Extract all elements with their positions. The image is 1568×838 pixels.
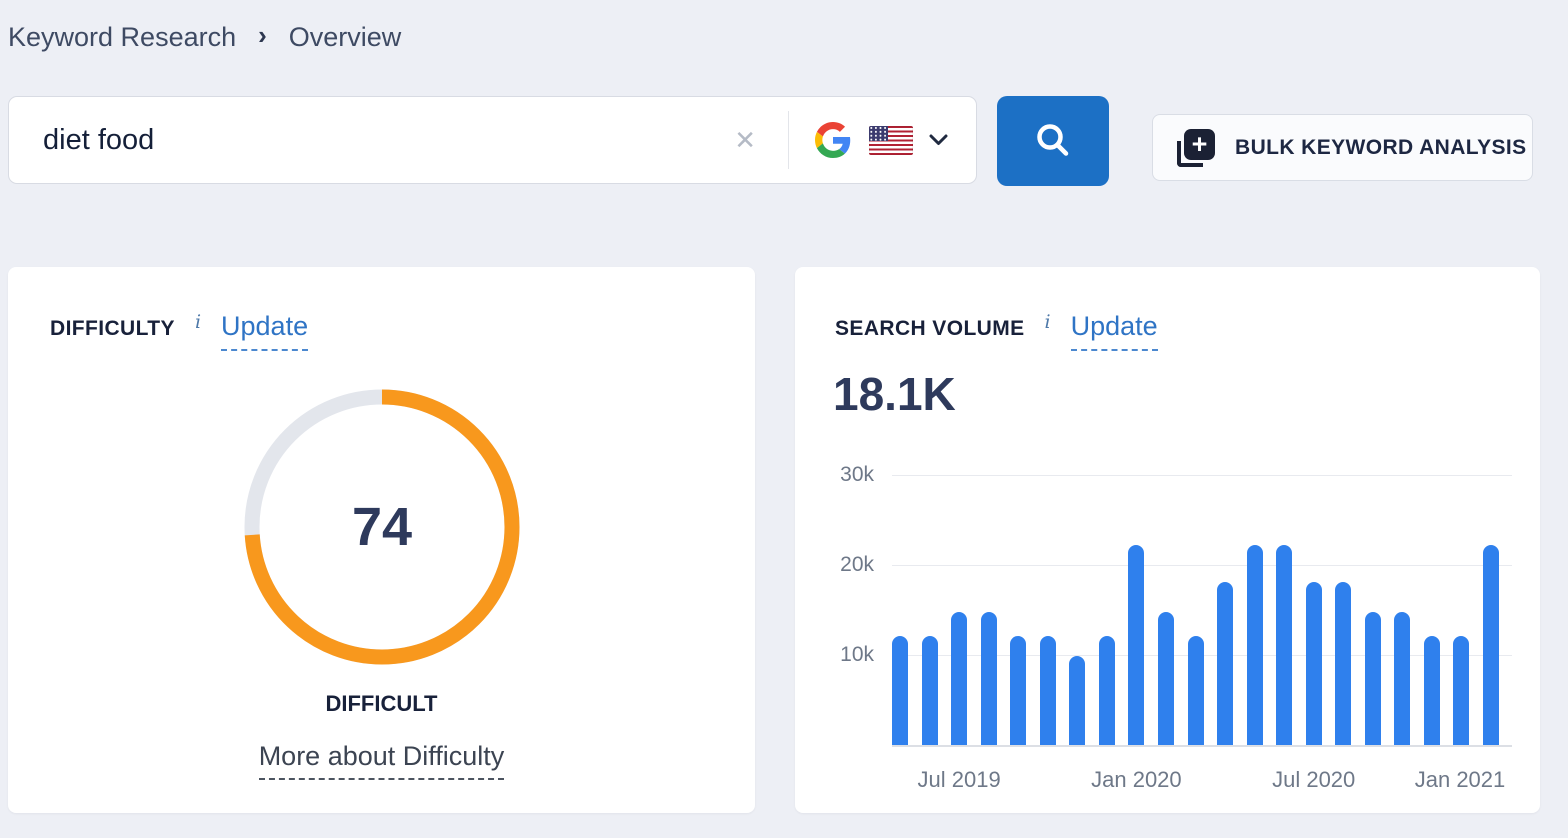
volume-bar (1394, 612, 1411, 745)
volume-bar (1276, 545, 1293, 745)
breadcrumb-overview[interactable]: Overview (289, 22, 402, 53)
volume-bar (951, 612, 968, 745)
volume-bar (1187, 636, 1204, 745)
x-axis-label-jan-2020: Jan 2020 (1091, 767, 1182, 792)
difficulty-card: DIFFICULTY i Update 74 DIFFICULT More ab… (8, 267, 755, 813)
us-flag-icon (869, 125, 913, 155)
volume-bar (1128, 545, 1145, 745)
volume-bar (1157, 612, 1174, 745)
difficulty-score-label: DIFFICULT (325, 691, 438, 716)
y-axis-label-30k: 30k (840, 463, 874, 486)
volume-bar (1483, 545, 1499, 745)
y-axis-label-20k: 20k (840, 553, 874, 576)
volume-bar (980, 612, 997, 745)
google-icon (815, 122, 851, 158)
input-divider (788, 111, 789, 169)
y-axis-label-10k: 10k (840, 643, 874, 666)
volume-bar (1069, 656, 1086, 745)
search-icon (1037, 124, 1069, 156)
volume-bar (1453, 636, 1470, 745)
breadcrumb-keyword-research[interactable]: Keyword Research (8, 22, 236, 53)
volume-bar (1364, 612, 1381, 745)
volume-bar (1305, 582, 1322, 745)
difficulty-card-title: DIFFICULTY (50, 317, 175, 340)
keyword-search-box: ✕ (8, 96, 977, 184)
bulk-keyword-analysis-button[interactable]: + BULK KEYWORD ANALYSIS (1152, 114, 1533, 181)
volume-bar (1010, 636, 1027, 745)
difficulty-gauge: 74 (244, 389, 520, 665)
volume-bar (1098, 636, 1115, 745)
search-button[interactable] (997, 96, 1109, 186)
difficulty-card-header: DIFFICULTY i Update (50, 311, 309, 351)
keyword-search-input[interactable] (43, 123, 735, 157)
volume-bar (921, 636, 938, 745)
x-axis-label-jul-2020: Jul 2020 (1272, 767, 1356, 792)
volume-bar (892, 636, 908, 745)
bulk-button-label: BULK KEYWORD ANALYSIS (1235, 135, 1527, 159)
x-axis-label-jan-2021: Jan 2021 (1414, 767, 1506, 792)
gridline-30k (892, 475, 1512, 476)
volume-chart-plot: 10k 20k 30k Jul 2019 Jan 2020 Jul 2020 Jan 202… (840, 463, 1512, 792)
gridline-20k (892, 565, 1512, 566)
difficulty-score: 74 (351, 497, 413, 557)
breadcrumb-separator-icon: › (258, 20, 267, 50)
volume-bar (1217, 582, 1234, 745)
difficulty-update-link[interactable]: Update (221, 311, 309, 351)
x-axis-label-jul-2019: Jul 2019 (917, 767, 1001, 792)
volume-bar (1423, 636, 1440, 745)
chevron-down-icon (929, 134, 948, 146)
keyword-overview-page: Keyword Research › Overview ✕ (0, 0, 1568, 838)
bulk-add-icon: + (1177, 128, 1215, 167)
volume-chart: 10k 20k 30k Jul 2019 Jan 2020 Jul 2020 Jan 202… (795, 267, 1540, 813)
more-about-difficulty-link[interactable]: More about Difficulty (258, 741, 505, 780)
breadcrumb: Keyword Research › Overview (8, 20, 402, 53)
search-engine-region-selector[interactable] (815, 122, 948, 158)
search-volume-card: SEARCH VOLUME i Update 18.1K 10k 20k 30k Ju… (795, 267, 1540, 813)
more-link-wrap: More about Difficulty (8, 741, 755, 780)
volume-bar (1039, 636, 1056, 745)
x-axis-line (892, 745, 1512, 747)
volume-bar (1246, 545, 1263, 745)
difficulty-info-icon[interactable]: i (195, 311, 201, 333)
clear-icon[interactable]: ✕ (734, 127, 756, 153)
volume-bar (1335, 582, 1352, 745)
